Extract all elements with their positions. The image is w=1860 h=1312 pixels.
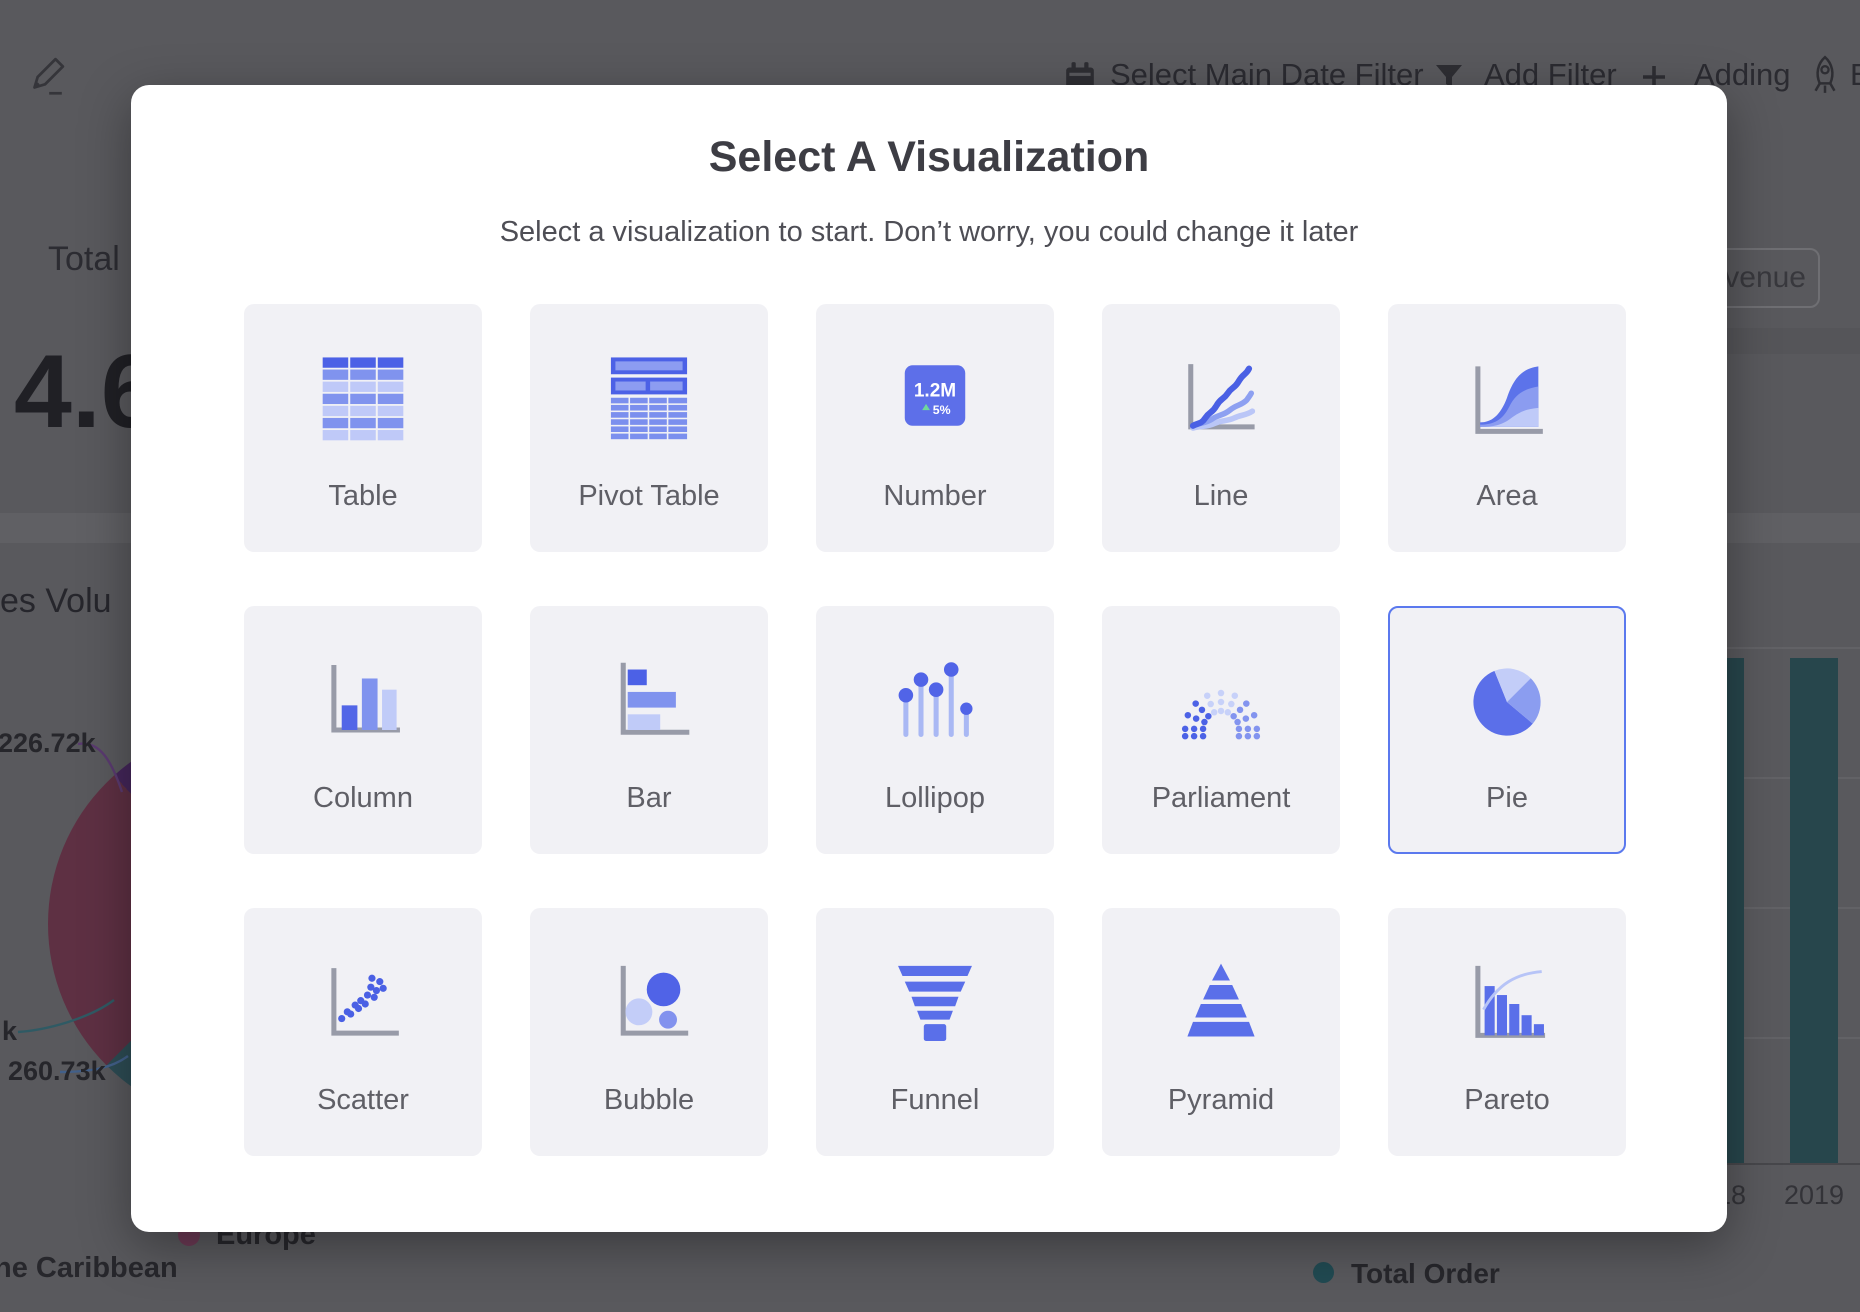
viz-tile-scatter[interactable]: Scatter [244,908,482,1156]
viz-tile-label: Area [1476,480,1537,513]
viz-tile-label: Number [883,480,986,513]
viz-tile-label: Column [313,782,413,815]
number-icon-value: 1.2M [914,381,956,402]
lollipop-chart-icon [879,646,991,758]
viz-tile-pie[interactable]: Pie [1388,606,1626,854]
viz-tile-label: Lollipop [885,782,985,815]
bar-2019 [1790,658,1838,1163]
viz-tile-pivot-table[interactable]: Pivot Table [530,304,768,552]
pie-value-label-left-partial: k [2,1016,17,1047]
viz-tile-number[interactable]: 1.2M 5% Number [816,304,1054,552]
viz-tile-column[interactable]: Column [244,606,482,854]
pie-chart-icon [1451,646,1563,758]
modal-subtitle: Select a visualization to start. Don’t w… [131,216,1727,249]
viz-tile-pyramid[interactable]: Pyramid [1102,908,1340,1156]
viz-tile-label: Parliament [1152,782,1291,815]
bar-chart-icon [593,646,705,758]
pareto-chart-icon [1451,948,1563,1060]
viz-tile-funnel[interactable]: Funnel [816,908,1054,1156]
edit-pencil-icon[interactable] [24,56,66,98]
modal-title: Select A Visualization [131,133,1727,182]
visualization-modal: Select A Visualization Select a visualiz… [131,85,1727,1232]
viz-tile-label: Table [328,480,397,513]
rocket-icon [1806,54,1844,96]
viz-tile-label: Pie [1486,782,1528,815]
viz-tile-table[interactable]: Table [244,304,482,552]
viz-tile-lollipop[interactable]: Lollipop [816,606,1054,854]
viz-tile-label: Bar [626,782,671,815]
viz-tile-label: Pareto [1464,1084,1549,1117]
viz-tile-bar[interactable]: Bar [530,606,768,854]
pyramid-chart-icon [1165,948,1277,1060]
screenshot-root: Select Main Date Filter Add Filter Addin… [0,0,1860,1312]
viz-tile-bubble[interactable]: Bubble [530,908,768,1156]
area-chart-icon [1451,344,1563,456]
viz-tile-label: Funnel [891,1084,980,1117]
viz-tile-pareto[interactable]: Pareto [1388,908,1626,1156]
legend-label-total-order[interactable]: Total Order [1351,1258,1500,1290]
visualization-grid: Table [244,304,1626,1156]
viz-tile-label: Line [1194,480,1249,513]
number-kpi-icon: 1.2M 5% [879,344,991,456]
legend-dot-total-order [1313,1262,1334,1283]
viz-tile-line[interactable]: Line [1102,304,1340,552]
viz-tile-label: Pivot Table [578,480,719,513]
sales-volume-section-title: es Volu [0,582,112,621]
viz-tile-label: Scatter [317,1084,409,1117]
bubble-chart-icon [593,948,705,1060]
pie-value-label-top: 226.72k [0,728,96,759]
toolbar-partial-label[interactable]: B [1850,57,1860,93]
parliament-chart-icon [1165,646,1277,758]
legend-label-caribbean-partial[interactable]: ne Caribbean [0,1252,178,1285]
x-axis-label-2019: 2019 [1784,1180,1844,1211]
viz-tile-label: Bubble [604,1084,694,1117]
kpi-card-title: Total [48,240,120,279]
column-chart-icon [307,646,419,758]
viz-tile-parliament[interactable]: Parliament [1102,606,1340,854]
line-chart-icon [1165,344,1277,456]
viz-tile-label: Pyramid [1168,1084,1274,1117]
pie-value-label-bottom: 260.73k [8,1056,106,1087]
pivot-table-icon [593,344,705,456]
viz-tile-area[interactable]: Area [1388,304,1626,552]
table-chart-icon [307,344,419,456]
funnel-chart-icon [879,948,991,1060]
scatter-chart-icon [307,948,419,1060]
number-icon-delta: 5% [933,403,951,417]
